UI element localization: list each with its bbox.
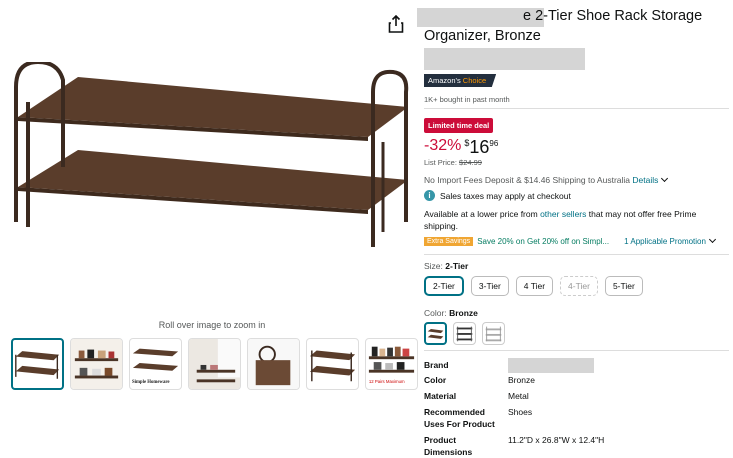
deal-badge: Limited time deal <box>424 118 494 133</box>
zoom-hint: Roll over image to zoom in <box>158 320 266 330</box>
price-whole: 16 <box>469 137 490 157</box>
spec-value: 11.2"D x 26.8"W x 12.4"H <box>508 435 605 445</box>
size-selected: 2-Tier <box>445 261 469 271</box>
size-label-text: Size: <box>424 261 443 271</box>
color-label: Color: Bronze <box>424 308 478 318</box>
price-currency: $ <box>464 138 470 148</box>
spec-key: Recommended Uses For Product <box>424 407 495 429</box>
spec-key: Brand <box>424 360 449 370</box>
shipping-text: No Import Fees Deposit & $14.46 Shipping… <box>424 175 631 185</box>
discount-percent: -32% <box>424 137 462 154</box>
badge-suffix: Choice <box>462 76 487 85</box>
color-swatch-option-2[interactable] <box>453 322 476 345</box>
price-fraction: 96 <box>489 139 499 148</box>
spec-value: Shoes <box>508 407 533 417</box>
spec-key: Material <box>424 391 457 401</box>
size-options: 2-Tier 3-Tier 4 Tier 4-Tier 5-Tier <box>424 276 643 296</box>
lower-price-notice: Available at a lower price from other se… <box>424 208 724 232</box>
redacted-store-link <box>424 48 585 70</box>
main-product-image[interactable] <box>8 62 416 262</box>
other-sellers-link[interactable]: other sellers <box>540 209 586 219</box>
color-swatch-option-3[interactable] <box>482 322 505 345</box>
spec-key: Color <box>424 375 447 385</box>
share-icon[interactable] <box>388 15 404 33</box>
details-link[interactable]: Details <box>632 175 658 185</box>
thumbnail-6[interactable] <box>306 338 359 390</box>
thumbnail-4[interactable] <box>188 338 241 390</box>
extra-savings-badge: Extra Savings <box>424 237 474 246</box>
amazons-choice-badge[interactable]: Amazon's Choice <box>424 74 497 87</box>
thumbnail-brand-text: Simple Homeware <box>132 380 170 385</box>
info-icon: i <box>424 190 435 201</box>
color-selected: Bronze <box>449 308 478 318</box>
color-swatch-bronze[interactable] <box>424 322 447 345</box>
shipping-info: No Import Fees Deposit & $14.46 Shipping… <box>424 174 669 185</box>
spec-key: Product Dimensions <box>424 435 473 457</box>
thumbnail-5[interactable] <box>247 338 300 390</box>
redacted-brand-value <box>508 358 594 373</box>
list-price: List Price: $24.99 <box>424 158 482 167</box>
color-label-text: Color: <box>424 308 447 318</box>
spec-value: Bronze <box>508 375 535 385</box>
size-option-3-tier[interactable]: 3-Tier <box>470 276 509 296</box>
bought-count: 1K+ bought in past month <box>424 95 510 104</box>
thumbnail-strip: Simple Homeware 12 Pairs Maximum <box>11 338 418 390</box>
lower-prefix: Available at a lower price from <box>424 209 538 219</box>
color-options <box>424 322 505 345</box>
divider <box>424 108 729 109</box>
size-option-2-tier[interactable]: 2-Tier <box>424 276 464 296</box>
thumbnail-1[interactable] <box>11 338 64 390</box>
thumbnail-7[interactable]: 12 Pairs Maximum <box>365 338 418 390</box>
thumbnail-caption-text: 12 Pairs Maximum <box>369 379 405 384</box>
product-title-line2: Organizer, Bronze <box>424 28 541 44</box>
divider <box>424 254 729 255</box>
size-label: Size: 2-Tier <box>424 261 468 271</box>
tax-text: Sales taxes may apply at checkout <box>440 190 571 201</box>
thumbnail-3[interactable]: Simple Homeware <box>129 338 182 390</box>
size-option-4-tier[interactable]: 4 Tier <box>515 276 554 296</box>
size-option-4-tier-unavailable[interactable]: 4-Tier <box>560 276 598 296</box>
badge-prefix: Amazon's <box>428 76 461 85</box>
size-option-5-tier[interactable]: 5-Tier <box>604 276 643 296</box>
applicable-promotion-link[interactable]: 1 Applicable Promotion <box>624 237 706 246</box>
list-price-label: List Price: <box>424 158 457 167</box>
thumbnail-2[interactable] <box>70 338 123 390</box>
chevron-down-icon[interactable] <box>661 174 669 183</box>
spec-value: Metal <box>508 391 529 401</box>
product-title-line1: e 2-Tier Shoe Rack Storage <box>523 8 703 24</box>
divider <box>424 350 729 351</box>
chevron-down-icon[interactable] <box>708 235 716 244</box>
price-row: -32% $1696 <box>424 137 498 158</box>
promo-text[interactable]: Save 20% on Get 20% off on Simpl... <box>477 237 609 246</box>
list-price-value: $24.99 <box>459 158 482 167</box>
tax-notice: i Sales taxes may apply at checkout <box>424 190 571 201</box>
promo-row: Extra Savings Save 20% on Get 20% off on… <box>424 235 716 246</box>
